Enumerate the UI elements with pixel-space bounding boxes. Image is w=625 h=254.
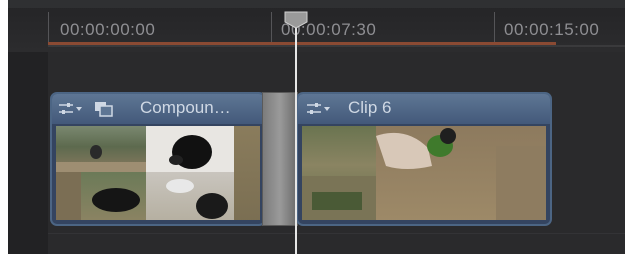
playhead-handle-icon[interactable]: [284, 11, 308, 29]
ruler-top-strip: [8, 0, 625, 8]
timecode-label: 00:00:00:00: [60, 20, 156, 39]
ruler-tick: [494, 12, 495, 44]
clip-title: Compoun…: [140, 98, 231, 117]
thumbnail-frame: [234, 126, 260, 220]
clip-filmstrip: [302, 126, 546, 220]
clip-header: Clip 6: [298, 94, 550, 124]
thumbnail-frame: [56, 172, 146, 220]
ruler-tick: [48, 12, 49, 44]
compound-clip[interactable]: Compoun…: [50, 92, 266, 226]
playhead[interactable]: [295, 20, 297, 254]
ruler-tick: [271, 12, 272, 44]
thumbnail-frame: [56, 126, 146, 172]
timeline-ruler[interactable]: 00:00:00:00 00:00:07:30 00:00:15:00: [8, 0, 625, 52]
clip-options-icon[interactable]: [58, 102, 84, 116]
compound-clip-icon: [95, 102, 113, 117]
thumbnail-frame: [146, 126, 234, 172]
thumbnail-frame: [302, 126, 376, 220]
thumbnail-frame: [146, 172, 234, 220]
thumbnail-frame: [376, 126, 546, 220]
timeline-left-gutter: [8, 52, 48, 254]
video-clip[interactable]: Clip 6: [296, 92, 552, 226]
clip-title: Clip 6: [348, 98, 392, 117]
track-divider: [48, 233, 625, 234]
clip-header: Compoun…: [52, 94, 264, 124]
timecode-label: 00:00:15:00: [504, 20, 600, 39]
cross-dissolve-transition[interactable]: [262, 92, 298, 226]
ruler-baseline: [48, 45, 625, 47]
timeline[interactable]: 00:00:00:00 00:00:07:30 00:00:15:00 Comp…: [8, 0, 625, 254]
clip-filmstrip: [56, 126, 260, 220]
clip-options-icon[interactable]: [306, 102, 332, 116]
